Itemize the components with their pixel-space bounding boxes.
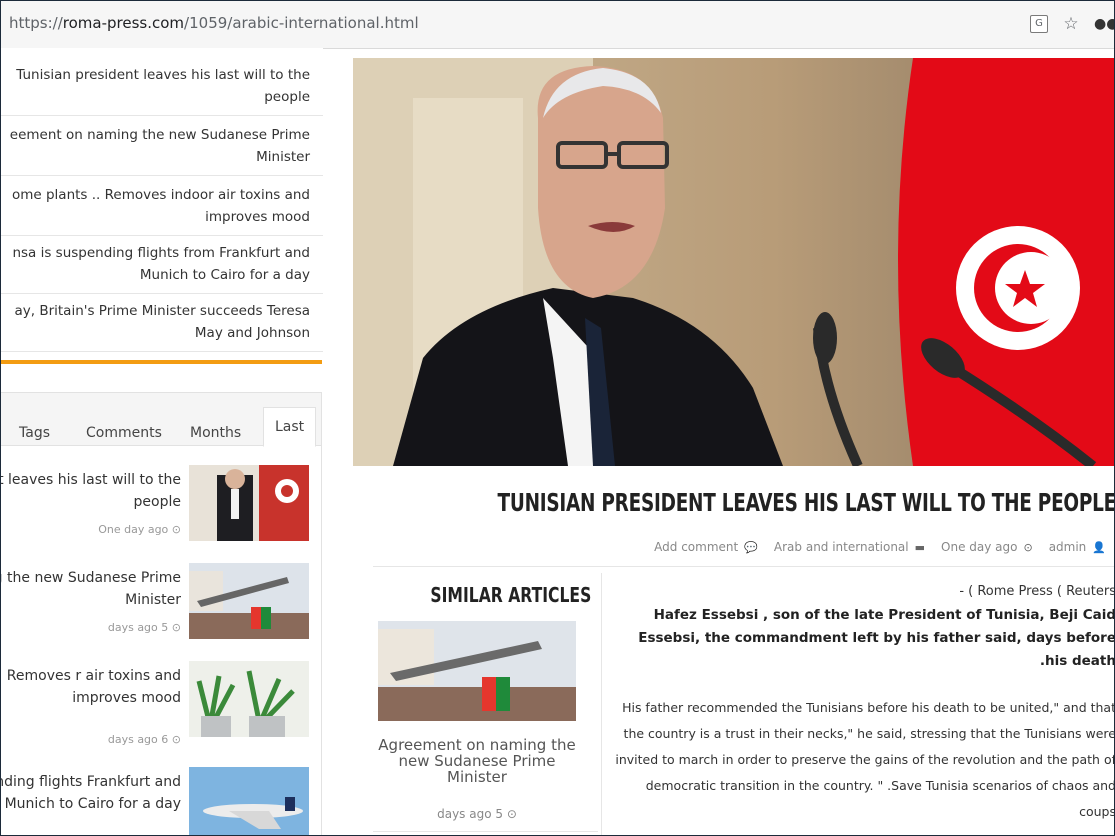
article-hero-image[interactable] bbox=[353, 58, 1114, 466]
article-source: - ( Rome Press ( Reuters bbox=[959, 584, 1115, 599]
news-item[interactable]: ay, Britain's Prime Minister succeeds Te… bbox=[1, 300, 323, 352]
news-title[interactable]: Tunisian president leaves his last will … bbox=[16, 67, 310, 105]
post-date: One day ago bbox=[941, 540, 1018, 554]
article-lead: Hafez Essebsi , son of the late Presiden… bbox=[638, 607, 1115, 669]
similar-article-title[interactable]: Agreement on naming the new Sudanese Pri… bbox=[378, 737, 576, 785]
star-icon[interactable]: ☆ bbox=[1060, 13, 1082, 35]
clock-icon: ⊙ bbox=[506, 807, 517, 821]
news-item[interactable]: eement on naming the new Sudanese Prime … bbox=[1, 124, 323, 176]
similar-articles-title: SIMILAR ARTICLES bbox=[430, 583, 591, 607]
news-item[interactable]: nsa is suspending flights from Frankfurt… bbox=[1, 242, 323, 294]
similar-article-image[interactable] bbox=[378, 621, 576, 721]
section-divider bbox=[1, 360, 322, 364]
clock-icon: ⊙ bbox=[171, 733, 181, 746]
news-title[interactable]: ome plants .. Removes indoor air toxins … bbox=[12, 187, 310, 225]
url-path: /1059/arabic-international.html bbox=[184, 14, 419, 32]
sidebar: Tunisian president leaves his last will … bbox=[1, 48, 323, 835]
article-headline: TUNISIAN PRESIDENT LEAVES HIS LAST WILL … bbox=[497, 488, 1115, 517]
post-title[interactable]: Home plants .. Removes r air toxins and … bbox=[1, 665, 181, 709]
clock-icon: ⊙ bbox=[171, 523, 181, 536]
extension-icon[interactable]: ●● bbox=[1094, 13, 1114, 35]
add-comment-link[interactable]: Add comment bbox=[654, 540, 738, 554]
tabbed-widget: Tags Comments Months Last sian president… bbox=[1, 392, 322, 835]
url-scheme: https:// bbox=[9, 14, 63, 32]
translate-icon[interactable]: G bbox=[1030, 15, 1048, 33]
post-title[interactable]: ment on naming the new Sudanese Prime Mi… bbox=[1, 567, 181, 611]
news-title[interactable]: nsa is suspending flights from Frankfurt… bbox=[12, 245, 310, 283]
comment-icon: 💬 bbox=[744, 540, 758, 554]
author-link[interactable]: admin bbox=[1049, 540, 1087, 554]
main-content: TUNISIAN PRESIDENT LEAVES HIS LAST WILL … bbox=[353, 48, 1115, 835]
post-time: One day ago ⊙ bbox=[98, 523, 181, 536]
tab-last[interactable]: Last bbox=[263, 407, 317, 447]
category-link[interactable]: Arab and international bbox=[774, 540, 909, 554]
post-time: days ago 6 ⊙ bbox=[107, 733, 181, 746]
clock-icon: ⊙ bbox=[1023, 540, 1033, 554]
post-title[interactable]: nsa is suspending flights Frankfurt and … bbox=[1, 771, 181, 815]
url-text[interactable]: https://roma-press.com/1059/arabic-inter… bbox=[9, 14, 419, 32]
news-item[interactable]: ome plants .. Removes indoor air toxins … bbox=[1, 184, 323, 236]
address-bar[interactable]: https://roma-press.com/1059/arabic-inter… bbox=[1, 1, 1114, 49]
tab-tags[interactable]: Tags bbox=[19, 425, 50, 441]
post-thumbnail[interactable] bbox=[189, 661, 309, 737]
post-thumbnail[interactable] bbox=[189, 767, 309, 835]
tab-comments[interactable]: Comments bbox=[86, 425, 162, 441]
url-host: roma-press.com bbox=[62, 14, 185, 32]
tab-months[interactable]: Months bbox=[190, 425, 241, 441]
widget-tabs: Tags Comments Months Last bbox=[1, 393, 321, 447]
article-paragraph: His father recommended the Tunisians bef… bbox=[615, 700, 1115, 819]
browser-window: https://roma-press.com/1059/arabic-inter… bbox=[0, 0, 1115, 836]
post-title[interactable]: sian president leaves his last will to t… bbox=[1, 469, 181, 513]
user-icon: 👤 bbox=[1092, 540, 1106, 554]
article-body: - ( Rome Press ( Reuters Hafez Essebsi ,… bbox=[615, 582, 1115, 825]
similar-articles: SIMILAR ARTICLES Agreement on naming the… bbox=[373, 573, 602, 835]
post-thumbnail[interactable] bbox=[189, 465, 309, 541]
article-meta: Add comment 💬 Arab and international ▬ O… bbox=[654, 540, 1114, 554]
news-title[interactable]: eement on naming the new Sudanese Prime … bbox=[10, 127, 310, 165]
clock-icon: ⊙ bbox=[171, 621, 181, 634]
post-time: days ago 5 ⊙ bbox=[107, 621, 181, 634]
divider bbox=[373, 566, 1114, 567]
folder-icon: ▬ bbox=[914, 540, 926, 554]
divider bbox=[373, 831, 598, 832]
news-title[interactable]: ay, Britain's Prime Minister succeeds Te… bbox=[14, 303, 310, 341]
similar-article-time: days ago 5 ⊙ bbox=[437, 807, 517, 821]
news-item[interactable]: Tunisian president leaves his last will … bbox=[1, 64, 323, 116]
post-thumbnail[interactable] bbox=[189, 563, 309, 639]
